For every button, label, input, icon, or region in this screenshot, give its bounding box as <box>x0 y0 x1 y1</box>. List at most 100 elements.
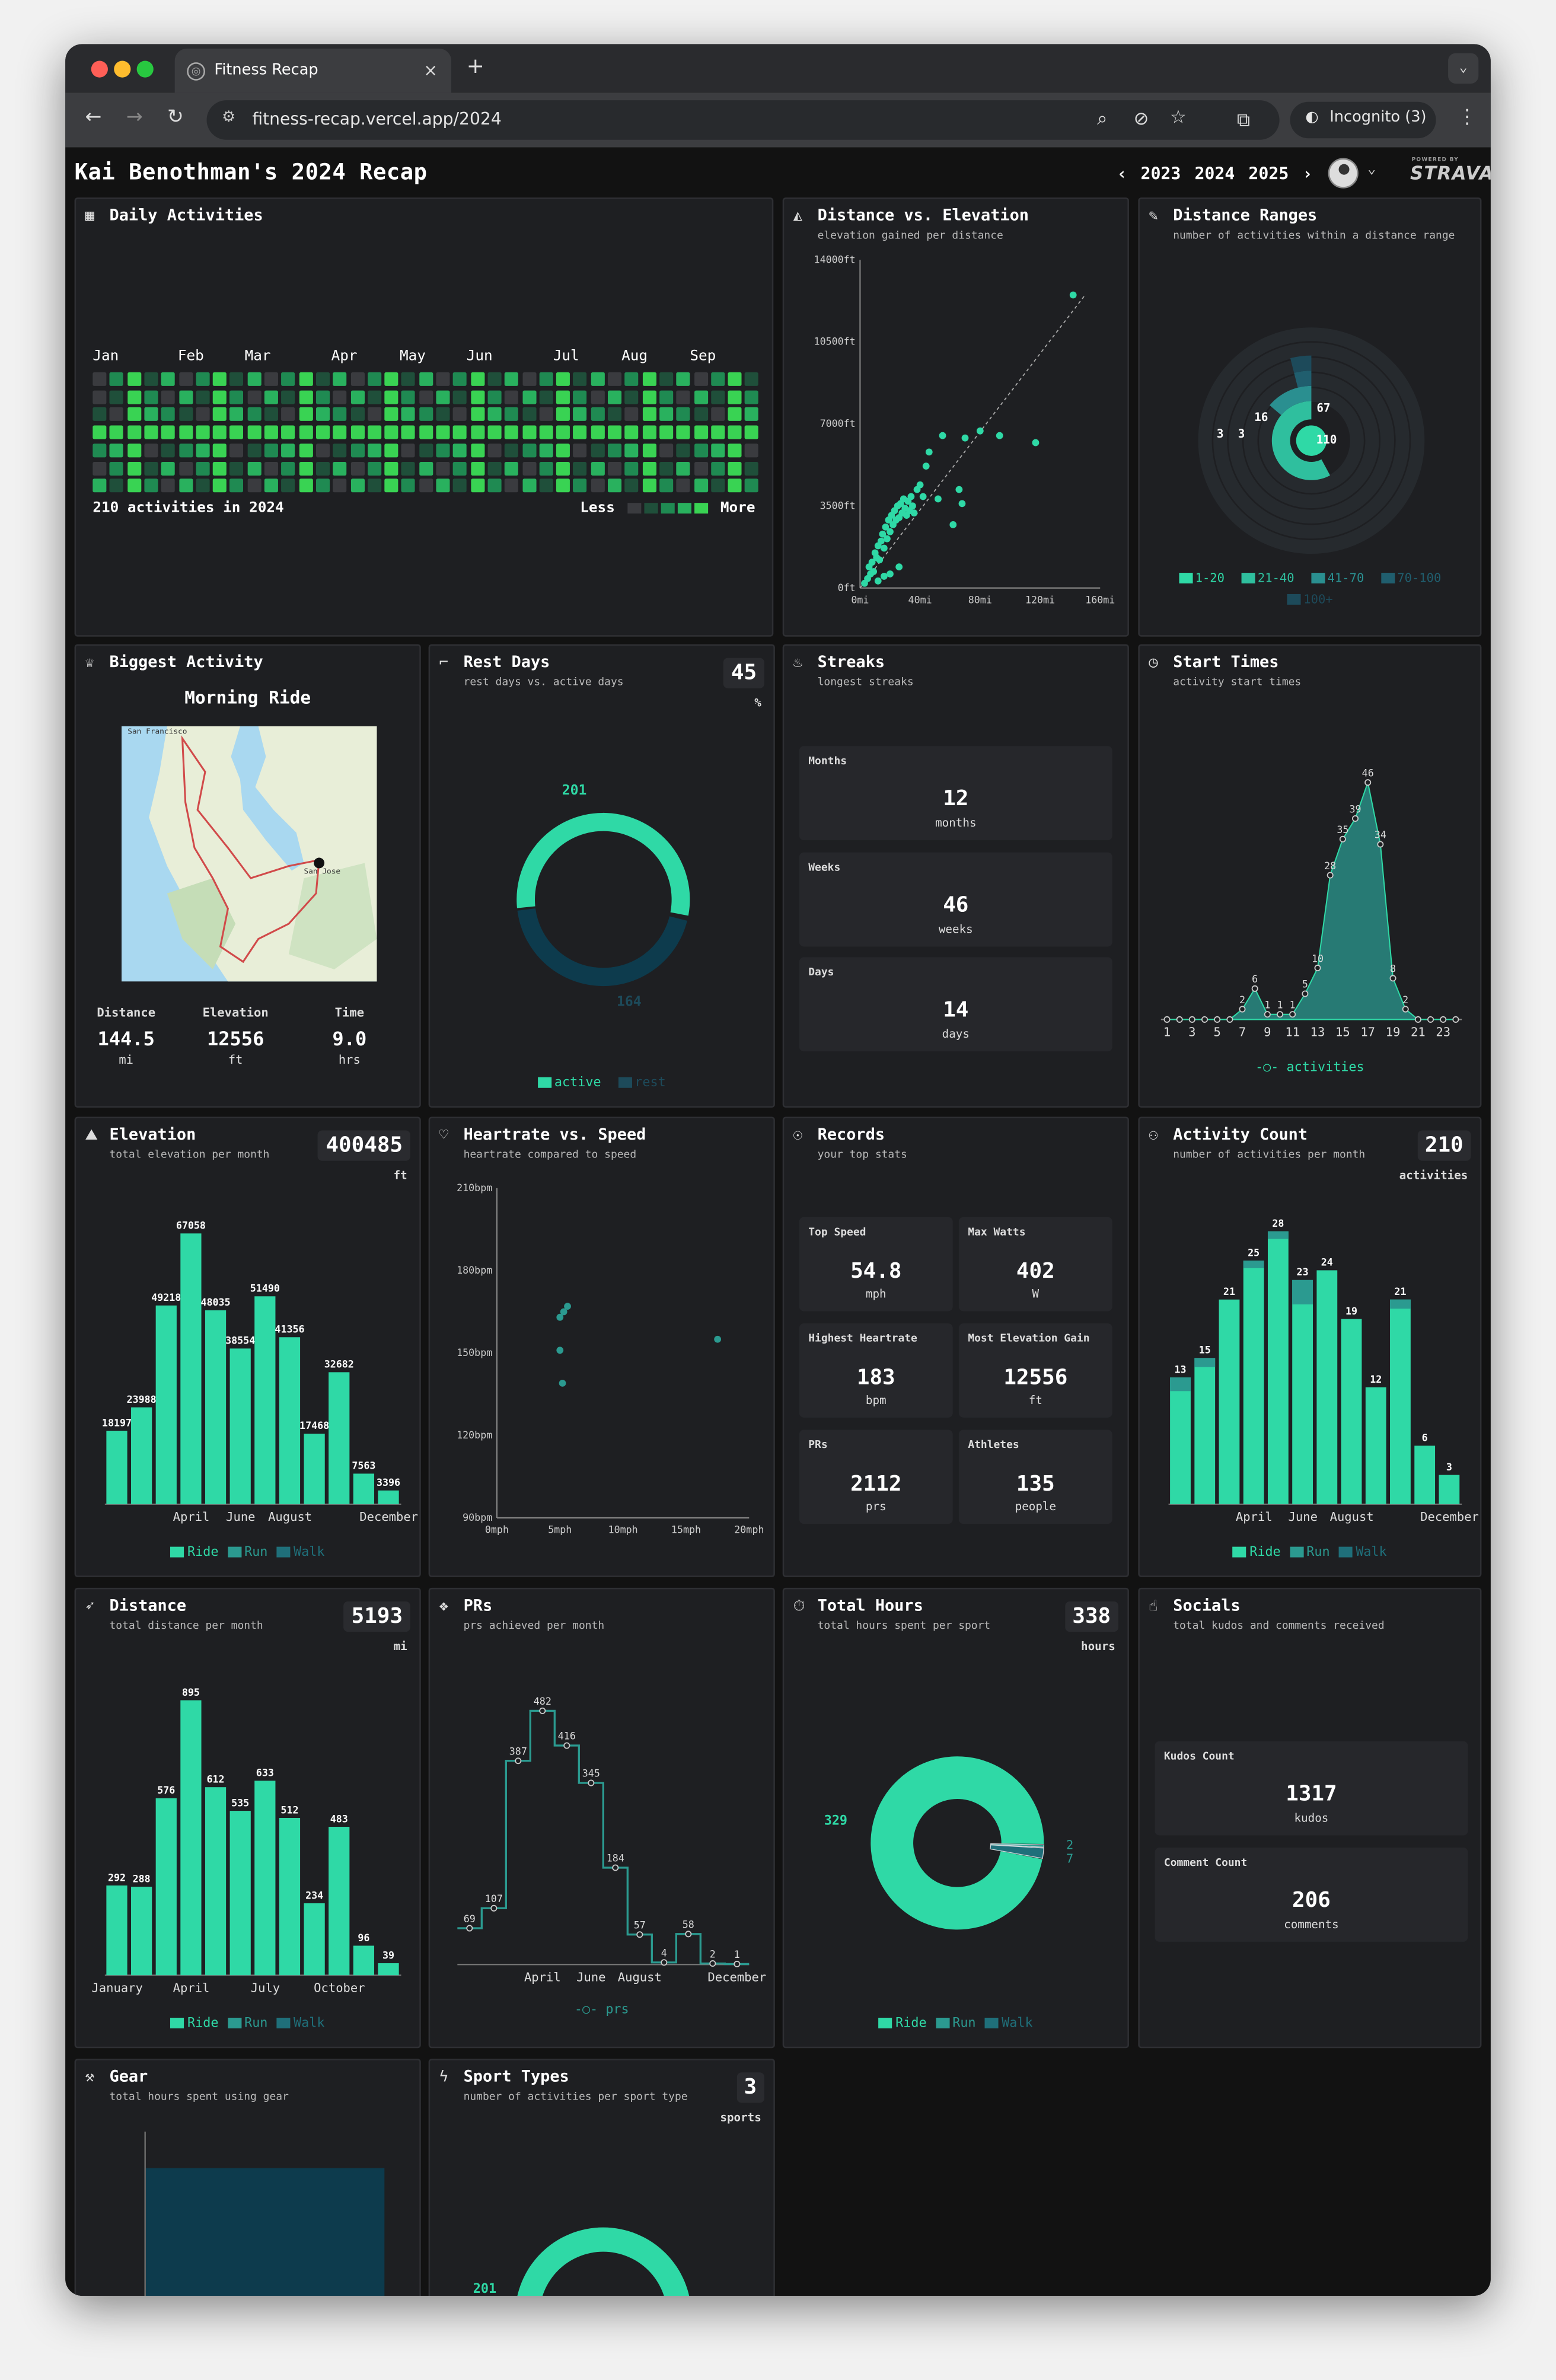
heatmap-cell[interactable] <box>350 443 364 457</box>
heatmap-cell[interactable] <box>539 461 553 475</box>
heatmap-cell[interactable] <box>178 390 193 404</box>
heatmap-cell[interactable] <box>229 372 244 386</box>
heatmap-cell[interactable] <box>419 390 433 404</box>
heatmap-cell[interactable] <box>608 407 622 422</box>
heatmap-cell[interactable] <box>401 443 416 457</box>
heatmap-cell[interactable] <box>144 478 158 493</box>
heatmap-cell[interactable] <box>419 372 433 386</box>
heatmap-cell[interactable] <box>728 407 742 422</box>
heatmap-cell[interactable] <box>436 461 450 475</box>
heatmap-cell[interactable] <box>453 372 467 386</box>
heatmap-cell[interactable] <box>505 372 519 386</box>
next-year-chevron-icon[interactable]: › <box>1302 164 1312 184</box>
heatmap-cell[interactable] <box>264 425 278 439</box>
heatmap-cell[interactable] <box>178 407 193 422</box>
heatmap-cell[interactable] <box>608 461 622 475</box>
heatmap-cell[interactable] <box>281 461 295 475</box>
reload-icon[interactable]: ↻ <box>167 106 184 129</box>
heatmap-cell[interactable] <box>676 390 690 404</box>
heatmap-cell[interactable] <box>333 443 347 457</box>
heatmap-cell[interactable] <box>453 390 467 404</box>
heatmap-cell[interactable] <box>367 407 381 422</box>
heatmap-cell[interactable] <box>229 478 244 493</box>
heatmap-cell[interactable] <box>161 425 176 439</box>
heatmap-cell[interactable] <box>487 390 502 404</box>
heatmap-cell[interactable] <box>264 461 278 475</box>
heatmap-cell[interactable] <box>573 372 588 386</box>
heatmap-cell[interactable] <box>333 407 347 422</box>
heatmap-cell[interactable] <box>436 425 450 439</box>
heatmap-cell[interactable] <box>229 443 244 457</box>
heatmap-cell[interactable] <box>264 390 278 404</box>
heatmap-cell[interactable] <box>591 478 605 493</box>
heatmap-cell[interactable] <box>212 425 227 439</box>
heatmap-cell[interactable] <box>624 407 639 422</box>
heatmap-cell[interactable] <box>710 390 725 404</box>
back-arrow-icon[interactable]: ← <box>85 106 102 129</box>
heatmap-cell[interactable] <box>470 461 484 475</box>
heatmap-cell[interactable] <box>212 407 227 422</box>
heatmap-cell[interactable] <box>93 390 107 404</box>
heatmap-cell[interactable] <box>522 461 536 475</box>
heatmap-cell[interactable] <box>676 443 690 457</box>
heatmap-cell[interactable] <box>315 390 330 404</box>
heatmap-cell[interactable] <box>573 461 588 475</box>
heatmap-cell[interactable] <box>127 425 141 439</box>
heatmap-cell[interactable] <box>505 390 519 404</box>
heatmap-cell[interactable] <box>401 425 416 439</box>
heatmap-cell[interactable] <box>591 425 605 439</box>
heatmap-cell[interactable] <box>401 372 416 386</box>
heatmap-cell[interactable] <box>178 461 193 475</box>
heatmap-cell[interactable] <box>573 443 588 457</box>
heatmap-cell[interactable] <box>556 372 570 386</box>
heatmap-cell[interactable] <box>591 443 605 457</box>
heatmap-cell[interactable] <box>539 390 553 404</box>
heatmap-cell[interactable] <box>229 407 244 422</box>
heatmap-cell[interactable] <box>573 478 588 493</box>
heatmap-cell[interactable] <box>298 425 313 439</box>
heatmap-cell[interactable] <box>161 407 176 422</box>
heatmap-cell[interactable] <box>642 461 656 475</box>
heatmap-cell[interactable] <box>367 478 381 493</box>
eye-off-icon[interactable]: ⊘ <box>1134 108 1149 129</box>
heatmap-cell[interactable] <box>401 390 416 404</box>
heatmap-cell[interactable] <box>556 443 570 457</box>
heatmap-cell[interactable] <box>728 461 742 475</box>
heatmap-cell[interactable] <box>110 461 124 475</box>
heatmap-cell[interactable] <box>624 478 639 493</box>
heatmap-cell[interactable] <box>178 425 193 439</box>
heatmap-cell[interactable] <box>384 372 398 386</box>
heatmap-cell[interactable] <box>453 478 467 493</box>
year-2024-current[interactable]: 2024 <box>1194 164 1235 184</box>
heatmap-cell[interactable] <box>333 425 347 439</box>
heatmap-cell[interactable] <box>281 407 295 422</box>
year-2025-link[interactable]: 2025 <box>1248 164 1289 184</box>
year-2023-link[interactable]: 2023 <box>1140 164 1181 184</box>
heatmap-cell[interactable] <box>298 478 313 493</box>
heatmap-cell[interactable] <box>196 443 210 457</box>
heatmap-cell[interactable] <box>624 443 639 457</box>
heatmap-cell[interactable] <box>384 443 398 457</box>
heatmap-cell[interactable] <box>212 443 227 457</box>
heatmap-cell[interactable] <box>487 425 502 439</box>
heatmap-cell[interactable] <box>247 461 261 475</box>
heatmap-cell[interactable] <box>333 390 347 404</box>
heatmap-cell[interactable] <box>556 461 570 475</box>
heatmap-cell[interactable] <box>384 425 398 439</box>
heatmap-cell[interactable] <box>298 461 313 475</box>
heatmap-cell[interactable] <box>522 407 536 422</box>
heatmap-cell[interactable] <box>642 372 656 386</box>
heatmap-cell[interactable] <box>93 407 107 422</box>
heatmap-cell[interactable] <box>608 425 622 439</box>
heatmap-cell[interactable] <box>539 478 553 493</box>
heatmap-cell[interactable] <box>710 461 725 475</box>
heatmap-cell[interactable] <box>401 478 416 493</box>
heatmap-cell[interactable] <box>229 425 244 439</box>
heatmap-cell[interactable] <box>144 390 158 404</box>
heatmap-cell[interactable] <box>470 407 484 422</box>
heatmap-cell[interactable] <box>196 390 210 404</box>
heatmap-cell[interactable] <box>350 461 364 475</box>
heatmap-cell[interactable] <box>401 461 416 475</box>
heatmap-cell[interactable] <box>350 407 364 422</box>
heatmap-cell[interactable] <box>264 478 278 493</box>
